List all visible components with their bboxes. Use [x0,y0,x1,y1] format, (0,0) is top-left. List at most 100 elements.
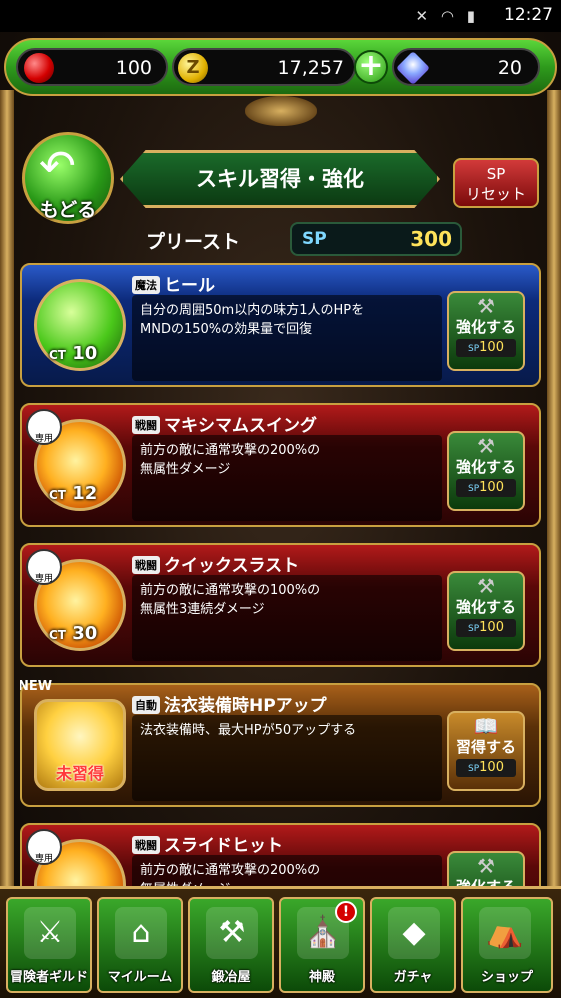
sp-counter: SP 300 [290,222,462,256]
nav-label: 冒険者ギルド [9,970,88,985]
skill-name-row: 戦闘 スライドヒット [132,831,283,856]
skill-card[interactable]: 専用 戦闘スライドヒット 前方の敵に通常攻撃の200%の 無属性ダメージ ⚒ 強… [20,823,541,889]
skill-type-tag: 魔法 [132,276,160,294]
skill-name-row: 自動 法衣装備時HPアップ [132,691,327,716]
back-arrow-icon: ↶ [39,141,76,192]
skill-description-box: 前方の敵に通常攻撃の100%の 無属性3連続ダメージ [132,575,442,661]
sp-label: SP [302,229,327,249]
diamond-icon [396,51,430,85]
new-badge: NEW [20,679,53,694]
sp-cost: SP100 [456,339,516,357]
skill-icon: CT 10 [34,279,126,371]
back-button[interactable]: ↶ もどる [22,132,114,224]
exclusive-badge: 専用 [26,549,62,585]
class-name: プリースト [146,231,241,253]
page-title-banner: スキル習得・強化 [120,150,440,208]
cooldown: CT 12 [49,483,98,504]
skill-name-row: 戦闘 クイックスラスト [132,551,300,576]
skill-list[interactable]: CT 10 魔法 ヒール 自分の周囲50m以内の味方1人のHPを MNDの150%… [20,263,541,889]
skill-icon: 未習得 [34,699,126,791]
skill-name: スライドヒット [164,836,283,856]
enhance-button[interactable]: ⚒ 強化する SP100 [447,431,525,511]
sp-cost: SP100 [456,619,516,637]
nav-label: 鍛冶屋 [211,970,251,985]
unlearned-status: 未習得 [55,764,104,783]
sp-cost: SP100 [456,759,516,777]
skill-name-row: 魔法 ヒール [132,271,215,296]
skill-name: クイックスラスト [164,556,300,576]
enhance-button[interactable]: ⚒ 強化する [447,851,525,889]
status-icons: ✕ ◠ ▮ [415,7,479,25]
red-gem-value: 100 [115,57,152,79]
house-icon: ⌂ [115,907,167,959]
nav-gacha[interactable]: ◆ ガチャ [370,897,456,993]
skill-type-tag: 戦闘 [132,556,160,574]
enhance-label: 強化する [455,598,516,616]
nav-guild[interactable]: ⚔ 冒険者ギルド [6,897,92,993]
page-title: スキル習得・強化 [196,167,364,191]
enhance-button[interactable]: ⚒ 強化する SP100 [447,291,525,371]
skill-description-box: 前方の敵に通常攻撃の200%の 無属性ダメージ [132,855,442,889]
clock: 12:27 [504,5,553,25]
hammer-icon: ⚒ [477,854,495,878]
shop-icon: ⛺ [479,907,531,959]
nav-label: ショップ [480,970,533,985]
skill-card[interactable]: CT 12 専用 戦闘 マキシマムスイング 前方の敵に通常攻撃の200%の 無属性… [20,403,541,527]
alert-badge: ! [335,901,357,923]
book-icon: 📖 [473,714,499,738]
enhance-button[interactable]: ⚒ 強化する SP100 [447,571,525,651]
nav-label: ガチャ [393,970,433,985]
exclusive-badge: 専用 [26,409,62,445]
sp-reset-button[interactable]: SP リセット [453,158,539,208]
nav-shop[interactable]: ⛺ ショップ [461,897,553,993]
nav-label: 神殿 [308,970,335,985]
nav-blacksmith[interactable]: ⚒ 鍛冶屋 [188,897,274,993]
skill-type-tag: 自動 [132,696,160,714]
skill-description: 法衣装備時、最大HPが50アップする [140,723,357,738]
skill-description-box: 自分の周囲50m以内の味方1人のHPを MNDの150%の効果量で回復 [132,295,442,381]
skill-type-tag: 戦闘 [132,836,160,854]
skill-description-box: 法衣装備時、最大HPが50アップする [132,715,442,801]
learn-label: 習得する [455,738,516,756]
bottom-nav: ⚔ 冒険者ギルド ⌂ マイルーム ⚒ 鍛冶屋 ⛪ ! 神殿 ◆ ガチャ ⛺ ショ… [0,886,561,998]
sp-value: 300 [410,227,452,251]
nav-label: マイルーム [107,970,173,985]
skill-name: ヒール [164,276,215,296]
diamond-value: 20 [497,57,522,79]
skill-card[interactable]: 未習得 NEW 自動 法衣装備時HPアップ 法衣装備時、最大HPが50アップする … [20,679,541,807]
exclusive-badge: 専用 [26,829,62,865]
coin-value: 17,257 [277,57,344,79]
coin-counter: Z 17,257 [172,48,356,86]
cooldown: CT 10 [49,343,98,364]
skill-description: 前方の敵に通常攻撃の200%の 無属性ダメージ [140,443,321,477]
skill-card[interactable]: CT 10 魔法 ヒール 自分の周囲50m以内の味方1人のHPを MNDの150%… [20,263,541,387]
cooldown: CT 30 [49,623,98,644]
skill-name: マキシマムスイング [164,416,317,436]
coin-icon: Z [178,53,208,83]
hammer-icon: ⚒ [477,294,495,318]
anvil-icon: ⚒ [206,907,258,959]
skill-description: 前方の敵に通常攻撃の200%の 無属性ダメージ [140,863,321,889]
skill-description: 前方の敵に通常攻撃の100%の 無属性3連続ダメージ [140,583,321,617]
hammer-icon: ⚒ [477,434,495,458]
enhance-label: 強化する [455,458,516,476]
guild-icon: ⚔ [24,907,76,959]
skill-card[interactable]: CT 30 専用 戦闘 クイックスラスト 前方の敵に通常攻撃の100%の 無属性3… [20,543,541,667]
skill-type-tag: 戦闘 [132,416,160,434]
learn-button[interactable]: 📖 習得する SP100 [447,711,525,791]
sp-reset-label-2: リセット [465,185,526,203]
back-label: もどる [39,199,97,221]
nav-temple[interactable]: ⛪ ! 神殿 [279,897,365,993]
skill-description: 自分の周囲50m以内の味方1人のHPを MNDの150%の効果量で回復 [140,303,365,337]
top-ornament [245,96,317,126]
frame-left [0,90,14,890]
enhance-label: 強化する [455,318,516,336]
skill-description-box: 前方の敵に通常攻撃の200%の 無属性ダメージ [132,435,442,521]
diamond-counter: 20 [392,48,540,86]
sp-cost: SP100 [456,479,516,497]
skill-name-row: 戦闘 マキシマムスイング [132,411,317,436]
add-currency-button[interactable]: + [354,50,388,84]
nav-my-room[interactable]: ⌂ マイルーム [97,897,183,993]
red-gem-icon [24,53,54,83]
sp-reset-label-1: SP [486,165,506,183]
